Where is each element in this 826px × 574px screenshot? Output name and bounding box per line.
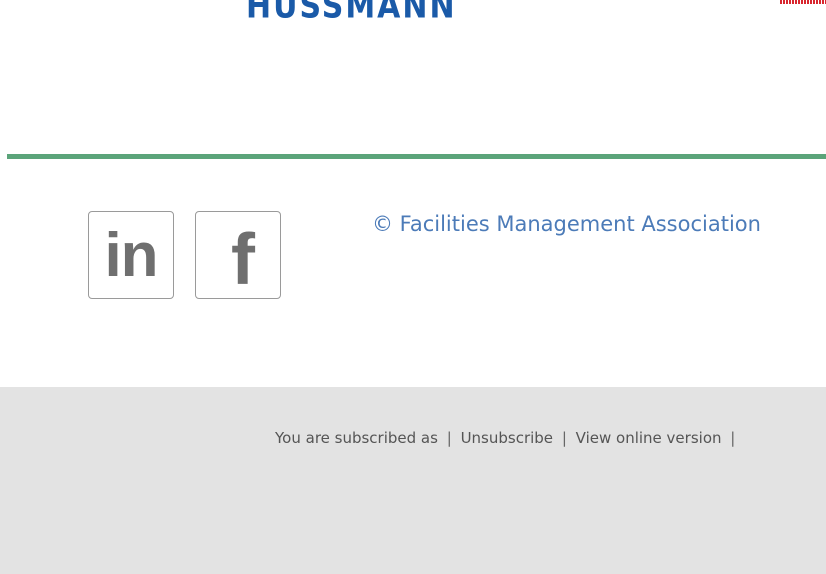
subscribed-as-text: You are subscribed as — [275, 429, 438, 447]
hussmann-logo[interactable]: HUSSMANN — [246, 0, 486, 18]
view-online-link[interactable]: View online version — [576, 429, 722, 447]
copyright-text: © Facilities Management Association — [372, 212, 761, 236]
facebook-glyph: f — [231, 220, 255, 300]
separator: | — [730, 429, 736, 447]
separator: | — [561, 429, 567, 447]
linkedin-glyph: in — [104, 221, 158, 290]
section-divider — [7, 154, 826, 159]
footer-links: You are subscribed as | Unsubscribe | Vi… — [275, 429, 739, 447]
facebook-icon[interactable]: f — [195, 211, 281, 299]
hussmann-logo-text: HUSSMANN — [246, 0, 486, 18]
email-footer-page: HUSSMANN in f © Facilities Management As… — [0, 0, 826, 574]
separator: | — [446, 429, 452, 447]
footer-band: You are subscribed as | Unsubscribe | Vi… — [0, 387, 826, 574]
partial-sponsor-logo[interactable] — [780, 0, 826, 4]
linkedin-icon[interactable]: in — [88, 211, 174, 299]
unsubscribe-link[interactable]: Unsubscribe — [461, 429, 553, 447]
